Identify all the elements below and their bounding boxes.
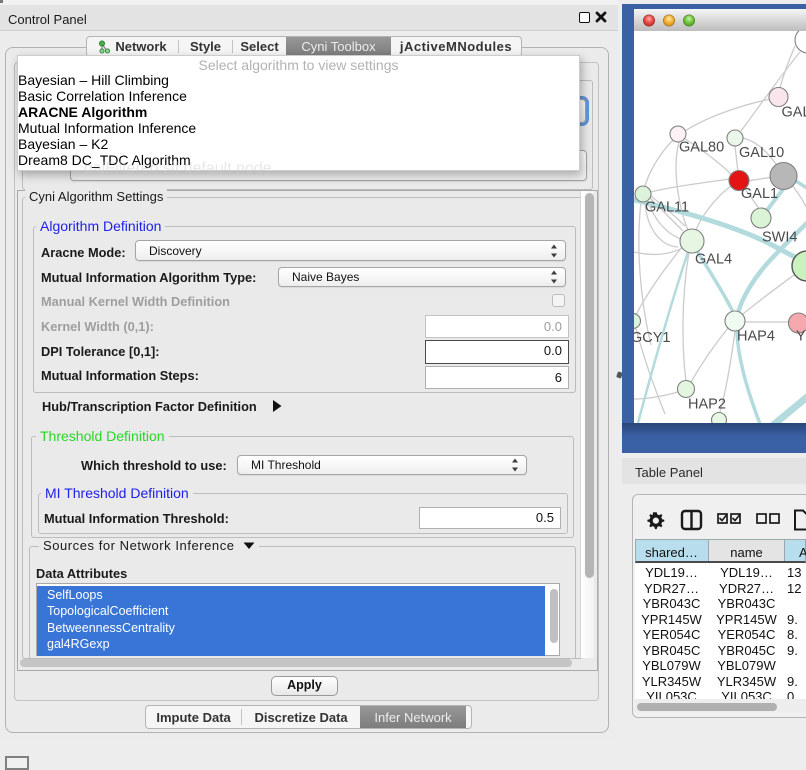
svg-text:Y: Y (796, 329, 806, 345)
svg-text:HAP4: HAP4 (737, 329, 775, 345)
svg-text:GAL4: GAL4 (695, 252, 732, 268)
svg-text:GAL80: GAL80 (679, 140, 724, 156)
svg-text:GAL: GAL (782, 105, 806, 121)
svg-text:GAL1: GAL1 (741, 186, 778, 202)
svg-text:GAL11: GAL11 (645, 200, 689, 216)
svg-text:GAL10: GAL10 (739, 145, 784, 161)
svg-text:SWI4: SWI4 (762, 230, 797, 246)
svg-text:GCY1: GCY1 (634, 330, 671, 346)
svg-text:HAP2: HAP2 (688, 397, 726, 413)
